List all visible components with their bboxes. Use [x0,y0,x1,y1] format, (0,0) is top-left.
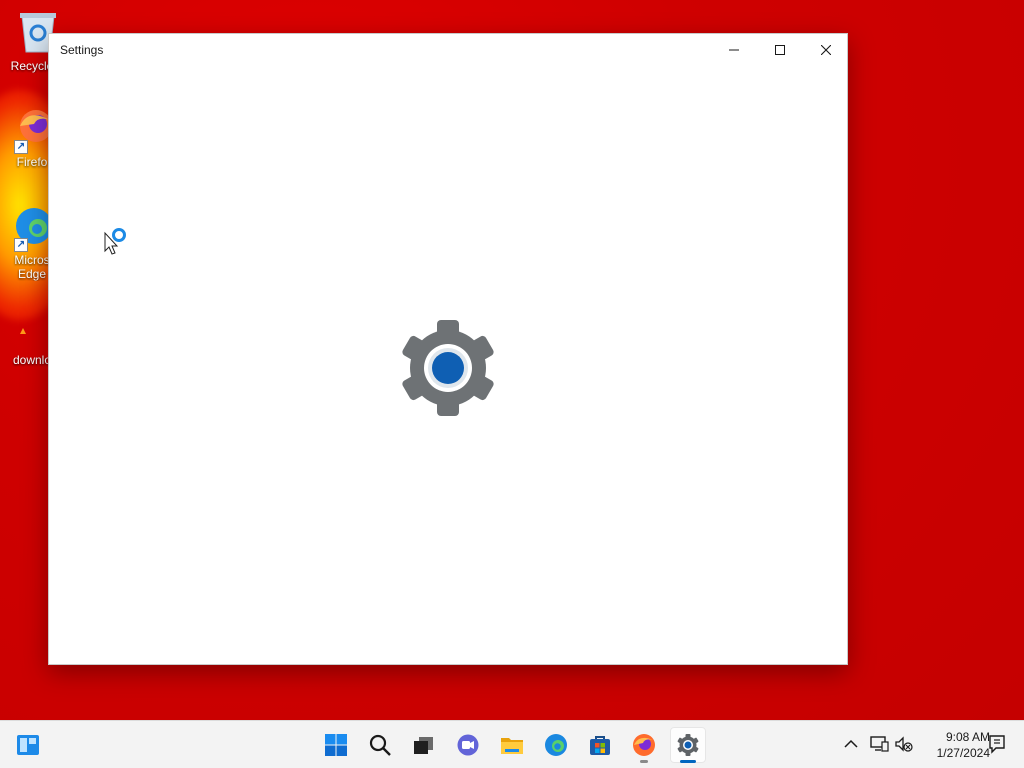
firefox-icon [633,734,655,756]
running-indicator [640,760,648,763]
minimize-button[interactable] [711,34,757,66]
network-button[interactable] [868,733,890,755]
store-button[interactable] [582,727,618,763]
chat-icon [457,734,479,756]
chat-button[interactable] [450,727,486,763]
shortcut-arrow-icon: ↗ [14,238,28,252]
busy-pointer-icon [104,228,126,255]
file-explorer-button[interactable] [494,727,530,763]
network-icon [870,736,889,752]
close-button[interactable] [803,34,849,66]
store-icon [590,736,610,755]
volume-mute-icon [895,736,913,752]
volume-button[interactable] [893,733,915,755]
active-indicator [680,760,696,763]
chevron-up-icon [844,739,858,748]
task-view-button[interactable] [406,727,442,763]
edge-button[interactable] [538,727,574,763]
widgets-icon [17,735,39,755]
task-view-icon [414,737,433,754]
clock[interactable]: 9:08 AM 1/27/2024 [918,729,990,761]
search-icon [369,734,391,756]
file-explorer-icon [501,738,523,754]
widgets-button[interactable] [10,727,46,763]
settings-button[interactable] [670,727,706,763]
title-bar[interactable]: Settings [49,34,847,66]
firefox-button[interactable] [626,727,662,763]
window-title: Settings [60,43,104,57]
search-button[interactable] [362,727,398,763]
start-icon [325,734,347,756]
shortcut-arrow-icon: ↗ [14,140,28,154]
settings-icon [677,734,699,756]
start-button[interactable] [318,727,354,763]
edge-icon [545,734,567,756]
maximize-button[interactable] [757,34,803,66]
settings-window[interactable]: Settings [48,33,848,665]
notification-icon [989,735,1005,754]
close-icon [821,45,831,55]
minimize-icon [729,49,739,51]
maximize-icon [775,45,785,55]
notification-button[interactable] [986,733,1008,755]
clock-date: 1/27/2024 [936,746,990,760]
show-hidden-icons-button[interactable] [840,733,862,755]
settings-gear-icon [402,320,494,416]
clock-time: 9:08 AM [945,730,990,744]
taskbar: 9:08 AM 1/27/2024 [0,720,1024,768]
